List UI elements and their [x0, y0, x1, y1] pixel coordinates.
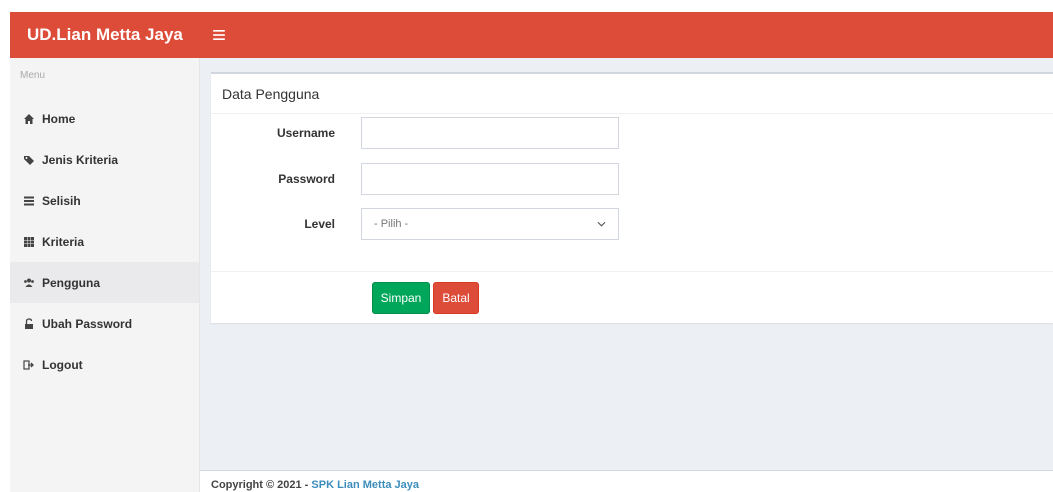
level-select[interactable]: - Pilih - [361, 208, 619, 240]
sidebar-item-logout[interactable]: Logout [10, 344, 199, 385]
sidebar-item-label: Ubah Password [42, 316, 133, 331]
sidebar-item-label: Logout [42, 357, 83, 372]
sidebar-item-home[interactable]: Home [10, 98, 199, 139]
sidebar-item-kriteria[interactable]: Kriteria [10, 221, 199, 262]
tags-icon [22, 153, 36, 167]
level-selected-value: - Pilih - [374, 218, 409, 230]
save-button[interactable]: Simpan [372, 282, 430, 314]
username-input[interactable] [361, 117, 619, 149]
main-content: Data Pengguna Username Password Level - … [200, 58, 1053, 492]
sidebar-item-label: Pengguna [42, 275, 101, 290]
page-footer: Copyright © 2021 - SPK Lian Metta Jaya [200, 470, 1053, 492]
panel-title: Data Pengguna [211, 74, 1053, 114]
cancel-button[interactable]: Batal [433, 282, 479, 314]
sidebar-item-label: Selisih [42, 193, 81, 208]
logout-icon [22, 358, 36, 372]
sidebar-item-selisih[interactable]: Selisih [10, 180, 199, 221]
password-input[interactable] [361, 163, 619, 195]
level-row: Level - Pilih - [211, 208, 1053, 240]
user-form-panel: Data Pengguna Username Password Level - … [211, 72, 1053, 323]
sidebar: Menu Home Jenis Kriteria Selisih Kriteri… [10, 58, 200, 492]
brand-title[interactable]: UD.Lian Metta Jaya [10, 25, 200, 45]
home-icon [22, 112, 36, 126]
bars-icon[interactable] [208, 24, 230, 46]
app-page: UD.Lian Metta Jaya Menu Home Jenis Krite… [0, 0, 1053, 492]
sidebar-item-ubah-password[interactable]: Ubah Password [10, 303, 199, 344]
footer-link[interactable]: SPK Lian Metta Jaya [311, 479, 419, 491]
chevron-down-icon [597, 218, 606, 230]
sidebar-item-label: Kriteria [42, 234, 85, 249]
list-icon [22, 194, 36, 208]
sidebar-item-label: Home [42, 111, 76, 126]
sidebar-item-label: Jenis Kriteria [42, 152, 119, 167]
sidebar-menu-header: Menu [20, 70, 46, 81]
username-row: Username [211, 117, 1053, 149]
unlock-icon [22, 317, 36, 331]
password-label: Password [278, 172, 335, 186]
username-label: Username [276, 126, 335, 140]
top-navbar: UD.Lian Metta Jaya [10, 12, 1053, 58]
password-row: Password [211, 163, 1053, 195]
level-label: Level [304, 217, 335, 231]
panel-footer [211, 271, 1053, 325]
users-icon [22, 276, 36, 290]
copyright-text: Copyright © 2021 - [211, 479, 312, 491]
sidebar-item-jenis-kriteria[interactable]: Jenis Kriteria [10, 139, 199, 180]
sidebar-item-pengguna[interactable]: Pengguna [10, 262, 199, 303]
grid-icon [22, 235, 36, 249]
